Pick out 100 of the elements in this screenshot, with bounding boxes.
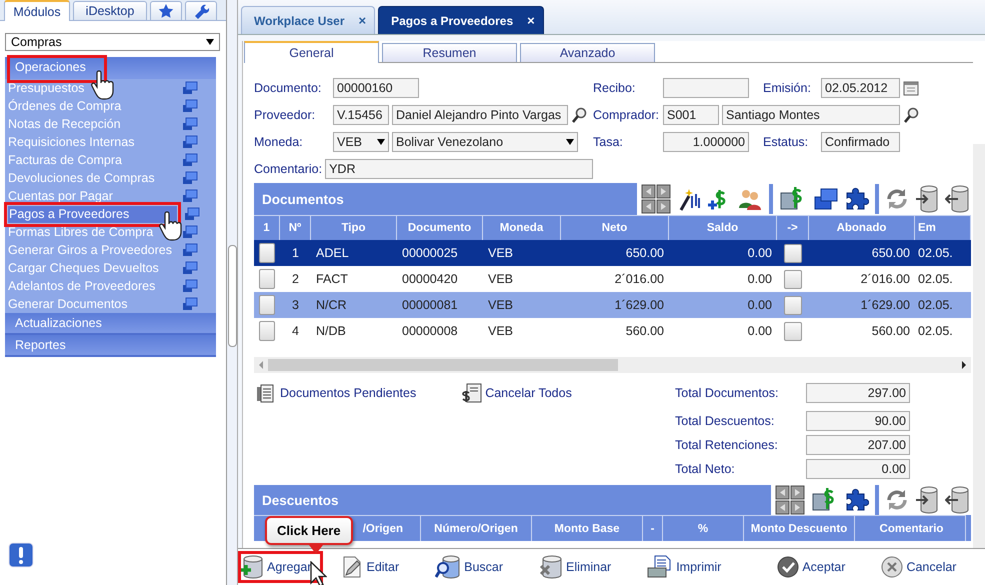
link[interactable]: Documentos Pendientes — [280, 386, 416, 400]
field-label: Estatus: — [763, 134, 810, 148]
nav-arrows-icon[interactable] — [775, 485, 805, 515]
refresh-icon[interactable] — [885, 187, 909, 211]
field-label: Emisión: — [763, 80, 812, 94]
dropdown[interactable]: VEB — [333, 132, 389, 152]
module-dropdown[interactable]: Compras — [5, 33, 220, 51]
document-tab[interactable]: Workplace User × — [241, 6, 376, 34]
row-selector[interactable] — [259, 295, 275, 315]
puzzle-icon[interactable] — [845, 488, 869, 512]
table-cell: 650.00 — [626, 246, 664, 260]
sidebar-tab[interactable]: Módulos — [4, 0, 70, 21]
toolbar-button[interactable]: Buscar — [435, 553, 508, 581]
caret-icon — [377, 138, 385, 144]
toolbar-button[interactable]: Aceptar — [777, 554, 850, 580]
field-label: Total Retenciones: — [675, 438, 779, 452]
table-cell: 02.05. — [918, 272, 953, 286]
calendar-icon[interactable] — [903, 80, 919, 96]
input-field[interactable]: 02.05.2012 — [821, 78, 900, 98]
scrollbar[interactable] — [228, 245, 237, 347]
input-field[interactable]: 90.00 — [806, 411, 910, 431]
database-icon[interactable] — [240, 555, 264, 579]
database-icon[interactable] — [945, 486, 969, 514]
checkbox[interactable] — [784, 322, 802, 340]
row-selector[interactable] — [259, 321, 275, 341]
search-icon[interactable] — [435, 555, 462, 579]
input-field[interactable] — [663, 78, 749, 98]
document-tab[interactable]: Pagos a Proveedores × — [378, 6, 544, 34]
input-field[interactable]: 00000160 — [333, 78, 419, 98]
input-field[interactable]: 1.000000 — [663, 132, 749, 152]
field-label: Comprador: — [593, 108, 660, 122]
checkbox[interactable] — [784, 244, 802, 262]
database-icon[interactable] — [915, 185, 939, 213]
toolbar-button[interactable]: Imprimir — [647, 553, 726, 581]
table-cell: 4 — [292, 324, 299, 338]
table-row[interactable]: 3 N/CR 00000081 VEB 1´629.00 0.00 1´629.00 02.05. — [254, 292, 971, 318]
form-tab[interactable]: Resumen — [382, 43, 517, 62]
nav-arrows-icon[interactable] — [641, 184, 671, 214]
caret-icon — [206, 39, 214, 45]
search-icon[interactable] — [903, 106, 919, 122]
form-tab[interactable]: General — [244, 41, 379, 63]
toolbar-button[interactable]: Cancelar — [881, 554, 960, 580]
vertical-scrollbar[interactable] — [973, 144, 985, 548]
toolbar-button[interactable]: Eliminar — [539, 553, 616, 581]
window-icon[interactable] — [813, 187, 839, 211]
close-button[interactable]: × — [358, 13, 366, 28]
cancel-icon[interactable] — [881, 556, 904, 578]
table-cell: 0.00 — [748, 246, 772, 260]
input-field[interactable]: S001 — [663, 104, 719, 124]
table-cell: 2´016.00 — [860, 272, 910, 286]
pencil-icon[interactable] — [341, 555, 364, 579]
table-cell: 02.05. — [918, 246, 953, 260]
checkbox[interactable] — [784, 296, 802, 314]
horizontal-scrollbar[interactable] — [254, 357, 971, 373]
input-field[interactable]: 207.00 — [806, 435, 910, 455]
table-cell: 02.05. — [918, 298, 953, 312]
toolbar-button[interactable]: Editar — [341, 553, 404, 581]
checkmark-icon[interactable] — [777, 556, 800, 578]
close-button[interactable]: × — [527, 13, 535, 28]
table-cell: 0.00 — [748, 298, 772, 312]
table-cell: 1´629.00 — [614, 298, 664, 312]
alert-icon[interactable] — [8, 542, 34, 568]
row-selector[interactable] — [259, 269, 275, 289]
wrench-tab[interactable] — [185, 1, 217, 20]
input-field[interactable]: Daniel Alejandro Pinto Vargas — [392, 104, 568, 124]
toolbar-button[interactable]: Agregar — [240, 553, 322, 581]
refresh-icon[interactable] — [885, 488, 909, 512]
table-cell: VEB — [488, 246, 514, 260]
input-field[interactable]: 297.00 — [806, 383, 910, 403]
sidebar-tab[interactable]: iDesktop — [73, 1, 147, 20]
database-icon[interactable] — [539, 555, 564, 579]
printer-icon[interactable] — [647, 555, 674, 579]
table-cell: 2 — [292, 272, 299, 286]
table-cell: 1´629.00 — [860, 298, 910, 312]
input-field[interactable]: YDR — [325, 158, 593, 178]
table-cell: 00000420 — [402, 272, 458, 286]
database-icon[interactable] — [915, 486, 939, 514]
form-tab[interactable]: Avanzado — [520, 43, 655, 62]
star-tab[interactable] — [150, 1, 182, 20]
link[interactable]: Cancelar Todos — [485, 386, 572, 400]
row-selector[interactable] — [259, 243, 275, 263]
input-field[interactable]: V.15456 — [333, 104, 389, 124]
field-label: Tasa: — [593, 134, 624, 148]
field-label: Total Documentos: — [675, 386, 780, 400]
search-icon[interactable] — [571, 106, 587, 122]
table-cell: VEB — [488, 324, 514, 338]
table-row[interactable]: 1 ADEL 00000025 VEB 650.00 0.00 650.00 02.05. — [254, 240, 971, 266]
input-field[interactable]: Confirmado — [821, 132, 900, 152]
table-cell: 560.00 — [872, 324, 910, 338]
puzzle-icon[interactable] — [845, 187, 869, 211]
panel-title: Documentos — [261, 192, 344, 206]
dropdown[interactable]: Bolivar Venezolano — [392, 132, 578, 152]
input-field[interactable]: 0.00 — [806, 459, 910, 479]
checkbox[interactable] — [784, 270, 802, 288]
table-cell: N/CR — [316, 298, 347, 312]
table-cell: 00000008 — [402, 324, 458, 338]
database-icon[interactable] — [945, 185, 969, 213]
input-field[interactable]: Santiago Montes — [722, 104, 900, 124]
field-label: Documento: — [254, 80, 322, 94]
table-cell: 560.00 — [626, 324, 664, 338]
